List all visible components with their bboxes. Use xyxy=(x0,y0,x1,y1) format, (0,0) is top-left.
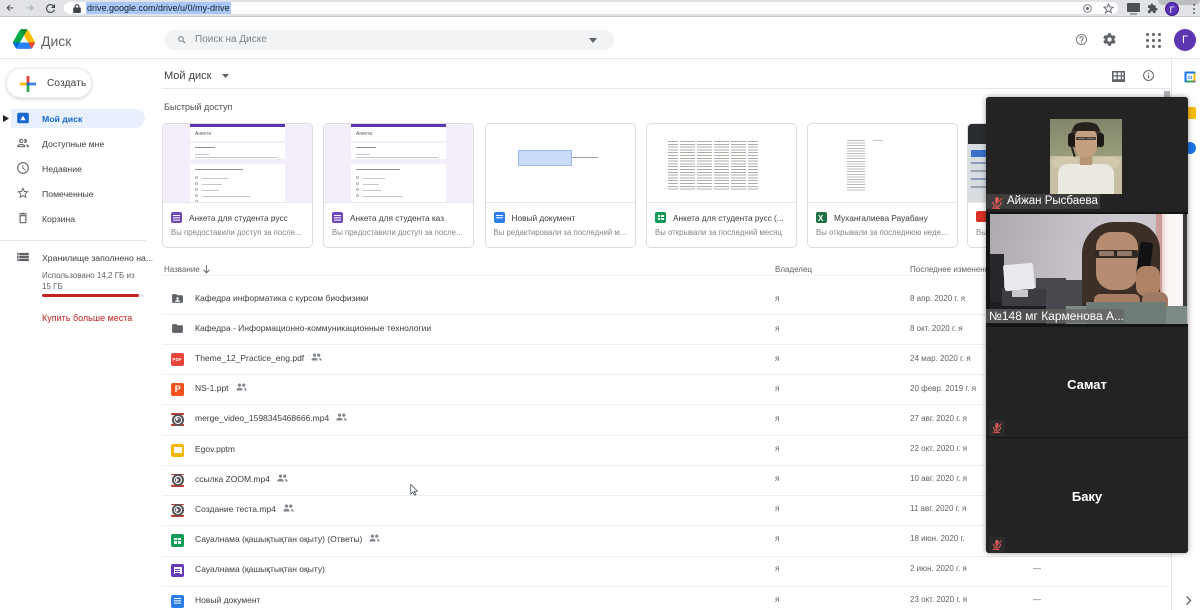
svg-text:31: 31 xyxy=(1187,75,1193,80)
